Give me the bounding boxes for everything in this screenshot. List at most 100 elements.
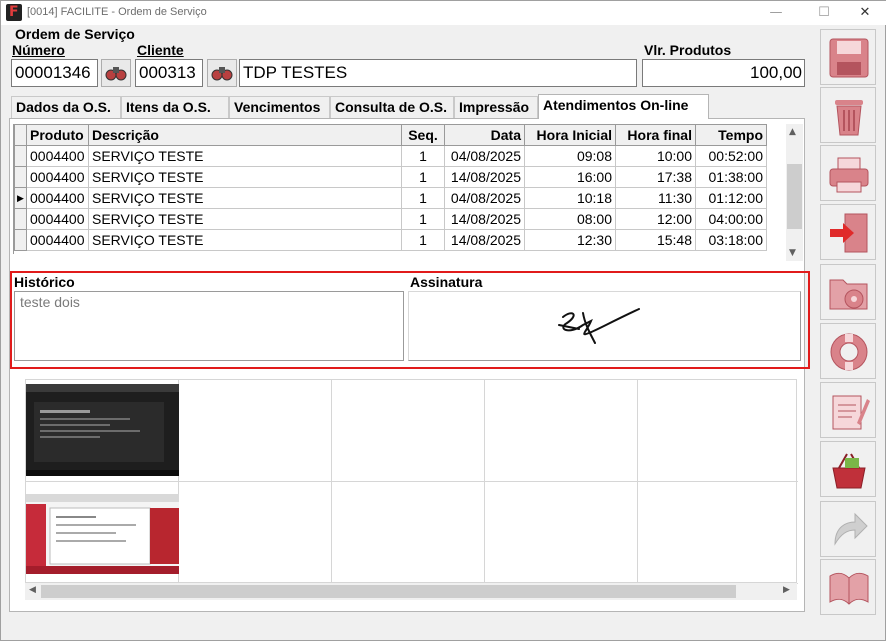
col-hora-final[interactable]: Hora final [615,124,696,146]
col-produto[interactable]: Produto [26,124,89,146]
notes-button[interactable] [820,382,876,438]
col-tempo[interactable]: Tempo [695,124,767,146]
cliente-name-field[interactable]: TDP TESTES [239,59,637,87]
delete-button[interactable] [820,87,876,143]
attachment-slot[interactable] [332,380,485,482]
cell-produto: 0004400 [26,145,89,167]
screenshot-thumbnail-image [26,494,179,574]
cell-hora-inicial: 10:18 [524,187,616,209]
col-seq[interactable]: Seq. [401,124,445,146]
section-title: Ordem de Serviço [15,26,135,42]
signature-image [558,308,640,344]
folder-settings-icon [829,279,868,310]
table-row[interactable]: 0004400 SERVIÇO TESTE 1 04/08/2025 09:08… [14,145,767,167]
table-header-row: Produto Descrição Seq. Data Hora Inicial… [14,124,767,146]
maximize-button[interactable]: ☐ [809,3,839,23]
title-bar: [0014] FACILITE - Ordem de Serviço — ☐ ✕ [1,1,886,25]
close-button[interactable]: ✕ [850,3,880,23]
trash-icon [835,100,863,136]
cell-seq: 1 [401,145,445,167]
cell-seq: 1 [401,208,445,230]
scrollbar-thumb[interactable] [41,585,736,598]
tab-itens-os[interactable]: Itens da O.S. [121,96,229,118]
printer-icon [829,157,869,193]
scroll-up-icon[interactable]: ▲ [789,127,796,137]
binoculars-icon [105,67,127,81]
minimize-button[interactable]: — [761,3,791,23]
cell-data: 04/08/2025 [444,145,525,167]
cell-hora-final: 10:00 [615,145,696,167]
cell-hora-final: 12:00 [615,208,696,230]
table-row[interactable]: 0004400 SERVIÇO TESTE 1 14/08/2025 12:30… [14,229,767,251]
tab-consulta-os[interactable]: Consulta de O.S. [330,96,454,118]
attachment-slot[interactable] [179,482,332,584]
cell-seq: 1 [401,187,445,209]
exit-button[interactable] [820,204,876,260]
assinatura-label: Assinatura [410,274,483,290]
attachments-grid[interactable] [25,379,798,584]
table-row[interactable]: ▶ 0004400 SERVIÇO TESTE 1 04/08/2025 10:… [14,187,767,209]
basket-button[interactable] [820,441,876,497]
historico-label: Histórico [14,274,75,290]
scroll-right-icon[interactable]: ▶ [783,585,790,595]
attachment-thumbnail[interactable] [26,482,179,584]
tab-impressao[interactable]: Impressão [454,96,538,118]
vlr-produtos-label: Vlr. Produtos [644,42,732,58]
attachment-slot[interactable] [332,482,485,584]
assinatura-pad[interactable] [408,291,801,361]
tab-atendimentos-online[interactable]: Atendimentos On-line [538,94,709,119]
screenshot-thumbnail-image [26,384,179,476]
cell-hora-final: 17:38 [615,166,696,188]
tab-vencimentos[interactable]: Vencimentos [229,96,330,118]
print-button[interactable] [820,145,876,201]
folder-settings-button[interactable] [820,264,876,320]
cell-descricao: SERVIÇO TESTE [88,166,402,188]
table-row[interactable]: 0004400 SERVIÇO TESTE 1 14/08/2025 16:00… [14,166,767,188]
cell-tempo: 01:12:00 [695,187,767,209]
cell-tempo: 03:18:00 [695,229,767,251]
notepad-icon [832,395,870,430]
table-row[interactable]: 0004400 SERVIÇO TESTE 1 14/08/2025 08:00… [14,208,767,230]
numero-field[interactable]: 00001346 [11,59,98,87]
grid-vertical-scrollbar[interactable]: ▲ ▼ [786,124,803,261]
numero-label: Número [12,42,65,58]
cell-hora-inicial: 12:30 [524,229,616,251]
row-indicator [14,145,27,167]
attachment-thumbnail[interactable] [26,380,179,482]
exit-icon [830,213,868,253]
cell-seq: 1 [401,229,445,251]
col-hora-inicial[interactable]: Hora Inicial [524,124,616,146]
search-cliente-button[interactable] [207,59,237,87]
atendimentos-grid[interactable]: Produto Descrição Seq. Data Hora Inicial… [13,124,788,254]
attachment-slot[interactable] [638,380,798,482]
scroll-down-icon[interactable]: ▼ [789,248,796,258]
row-indicator [14,208,27,230]
cell-descricao: SERVIÇO TESTE [88,229,402,251]
col-data[interactable]: Data [444,124,525,146]
col-descricao[interactable]: Descrição [88,124,402,146]
atendimentos-table: Produto Descrição Seq. Data Hora Inicial… [14,124,767,251]
cell-produto: 0004400 [26,166,89,188]
attachment-slot[interactable] [179,380,332,482]
cell-hora-final: 15:48 [615,229,696,251]
attachment-slot[interactable] [485,380,638,482]
attachment-slot[interactable] [638,482,798,584]
window-title: [0014] FACILITE - Ordem de Serviço [27,6,207,18]
save-button[interactable] [820,29,876,85]
return-button[interactable] [820,501,876,557]
manual-button[interactable] [820,559,876,615]
attachment-slot[interactable] [485,482,638,584]
cell-descricao: SERVIÇO TESTE [88,187,402,209]
return-arrow-icon [834,512,868,546]
search-numero-button[interactable] [101,59,131,87]
row-indicator-header [14,124,27,146]
attachments-horizontal-scrollbar[interactable]: ◀ ▶ [25,583,797,600]
vlr-produtos-field[interactable]: 100,00 [642,59,805,87]
historico-memo[interactable]: teste dois [14,291,404,361]
help-button[interactable] [820,323,876,379]
scroll-left-icon[interactable]: ◀ [29,585,36,595]
cell-descricao: SERVIÇO TESTE [88,145,402,167]
cliente-code-field[interactable]: 000313 [135,59,203,87]
scrollbar-thumb[interactable] [787,164,802,229]
tab-dados-os[interactable]: Dados da O.S. [11,96,121,118]
